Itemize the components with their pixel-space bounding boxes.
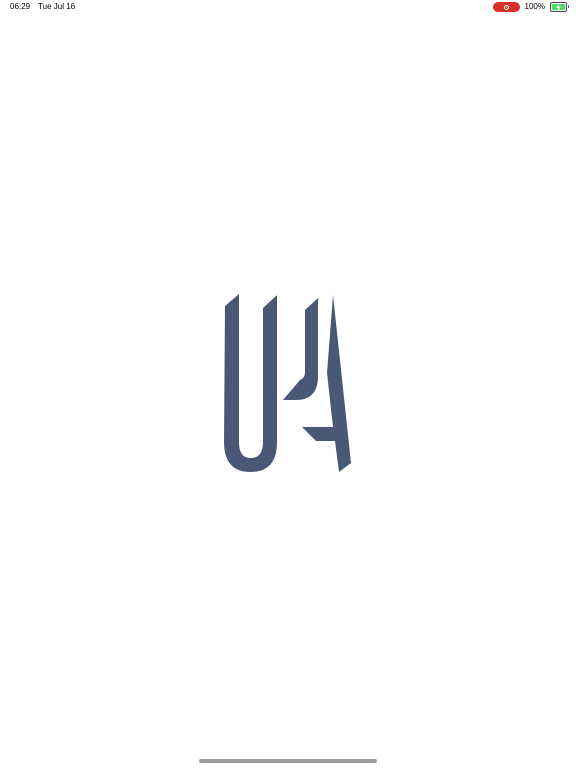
bolt-icon — [556, 3, 561, 11]
logo-shapes — [224, 294, 351, 472]
screen-recording-icon[interactable] — [492, 2, 520, 12]
status-right: 100% — [492, 0, 569, 14]
upa-logo — [224, 294, 351, 472]
logo-letter-u — [224, 294, 277, 472]
status-time: 06:29 — [10, 2, 31, 11]
battery-fill — [552, 3, 565, 11]
battery-icon — [550, 2, 569, 12]
status-left: 06:29 Tue Jul 16 — [10, 0, 75, 14]
battery-percent: 100% — [524, 2, 545, 11]
status-date: Tue Jul 16 — [38, 2, 76, 11]
record-dot — [503, 4, 509, 10]
status-bar: 06:29 Tue Jul 16 100% — [0, 0, 576, 14]
home-indicator[interactable] — [199, 759, 377, 763]
logo-letter-p — [283, 298, 318, 400]
